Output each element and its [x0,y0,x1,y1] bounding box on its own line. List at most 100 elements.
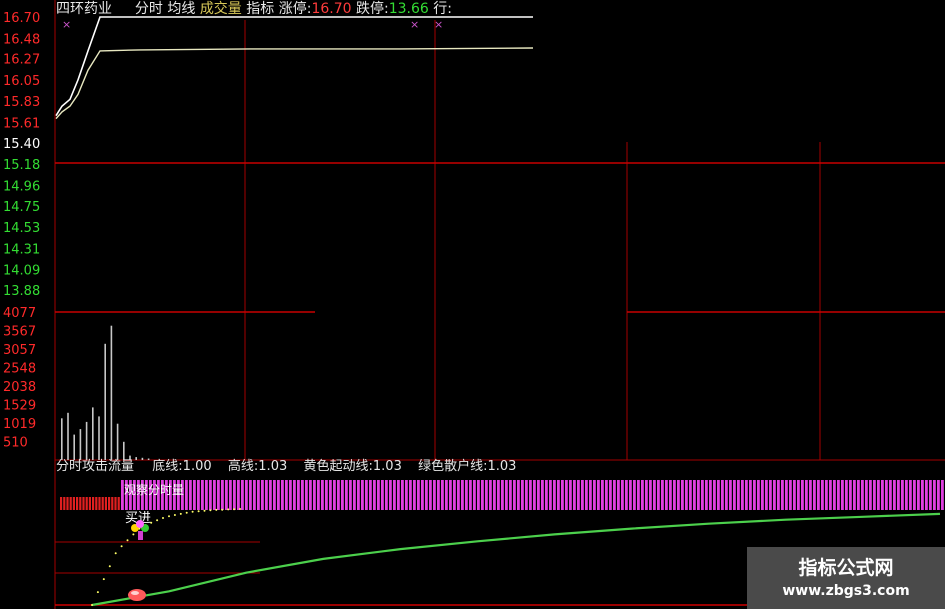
band-magenta-bar [761,480,764,510]
band-red-bar [95,497,98,510]
band-magenta-bar [533,480,536,510]
menu-average-line[interactable]: 均线 [167,1,195,17]
limit-up-value: 16.70 [311,1,352,17]
param-green-retail-line: 绿色散户线:1.03 [418,459,517,474]
price-tick-label: 15.18 [3,158,40,173]
band-magenta-bar [369,480,372,510]
band-magenta-bar [629,480,632,510]
price-tick-label: 14.53 [3,221,40,236]
price-tick-label: 16.48 [3,32,40,47]
band-magenta-bar [617,480,620,510]
band-magenta-bar [593,480,596,510]
band-magenta-bar [309,480,312,510]
volume-bar [92,407,94,460]
band-magenta-bar [325,480,328,510]
yellow-start-dot [173,514,176,516]
indicator-title: 分时攻击流量 [56,459,135,474]
band-red-bar [66,497,69,510]
band-magenta-bar [901,480,904,510]
band-red-bar [76,497,79,510]
band-magenta-bar [613,480,616,510]
band-magenta-bar [857,480,860,510]
band-magenta-bar [305,480,308,510]
band-magenta-bar [737,480,740,510]
band-magenta-bar [329,480,332,510]
yellow-start-dot [239,508,241,510]
band-magenta-bar [185,480,188,510]
band-magenta-bar [409,480,412,510]
band-magenta-bar [489,480,492,510]
band-magenta-bar [297,480,300,510]
band-magenta-bar [293,480,296,510]
yellow-start-dot [197,510,200,513]
band-magenta-bar [517,480,520,510]
band-magenta-bar [485,480,488,510]
band-red-bar [79,497,82,510]
menu-intraday[interactable]: 分时 [135,1,163,17]
menu-volume[interactable]: 成交量 [200,1,242,17]
band-magenta-bar [453,480,456,510]
band-magenta-bar [905,480,908,510]
band-magenta-bar [909,480,912,510]
band-magenta-bar [473,480,476,510]
band-magenta-bar [845,480,848,510]
param-yellow-start-line: 黄色起动线:1.03 [303,459,402,474]
yellow-start-dot [114,552,117,555]
band-magenta-bar [709,480,712,510]
band-magenta-bar [505,480,508,510]
volume-bar [104,343,106,460]
volume-tick-label: 2548 [3,362,36,377]
menu-indicator[interactable]: 指标 [246,1,274,17]
band-magenta-bar [237,480,240,510]
yellow-start-dot [91,604,93,606]
band-magenta-bar [717,480,720,510]
price-tick-label: 16.27 [3,53,40,68]
band-magenta-bar [509,480,512,510]
band-magenta-bar [925,480,928,510]
volume-bar [110,325,113,460]
band-magenta-bar [557,480,560,510]
band-magenta-bar [229,480,232,510]
band-magenta-bar [801,480,804,510]
volume-bar [79,429,82,460]
band-magenta-bar [929,480,932,510]
band-magenta-bar [809,480,812,510]
band-magenta-bar [193,480,196,510]
band-magenta-bar [817,480,820,510]
band-magenta-bar [721,480,724,510]
band-magenta-bar [457,480,460,510]
band-magenta-bar [861,480,864,510]
price-tick-label: 14.09 [3,264,40,279]
volume-tick-label: 2038 [3,380,36,395]
band-magenta-bar [705,480,708,510]
band-magenta-bar [277,480,280,510]
band-magenta-bar [333,480,336,510]
band-magenta-bar [797,480,800,510]
band-magenta-bar [681,480,684,510]
band-magenta-bar [449,480,452,510]
band-magenta-bar [405,480,408,510]
band-magenta-bar [317,480,320,510]
band-magenta-bar [437,480,440,510]
band-magenta-bar [777,480,780,510]
band-magenta-bar [357,480,360,510]
band-magenta-bar [549,480,552,510]
band-magenta-bar [273,480,276,510]
band-magenta-bar [693,480,696,510]
band-magenta-bar [605,480,608,510]
header-trailing: 行: [433,1,452,17]
limit-up-label: 涨停: [278,1,312,17]
band-magenta-bar [269,480,272,510]
band-magenta-bar [765,480,768,510]
band-magenta-bar [885,480,888,510]
band-magenta-bar [757,480,760,510]
param-bottom-line: 底线:1.00 [152,459,212,474]
band-magenta-bar [545,480,548,510]
band-magenta-bar [481,480,484,510]
band-magenta-bar [537,480,540,510]
band-magenta-bar [201,480,204,510]
price-tick-label: 14.96 [3,179,40,194]
band-magenta-bar [213,480,216,510]
band-magenta-bar [301,480,304,510]
band-magenta-bar [893,480,896,510]
